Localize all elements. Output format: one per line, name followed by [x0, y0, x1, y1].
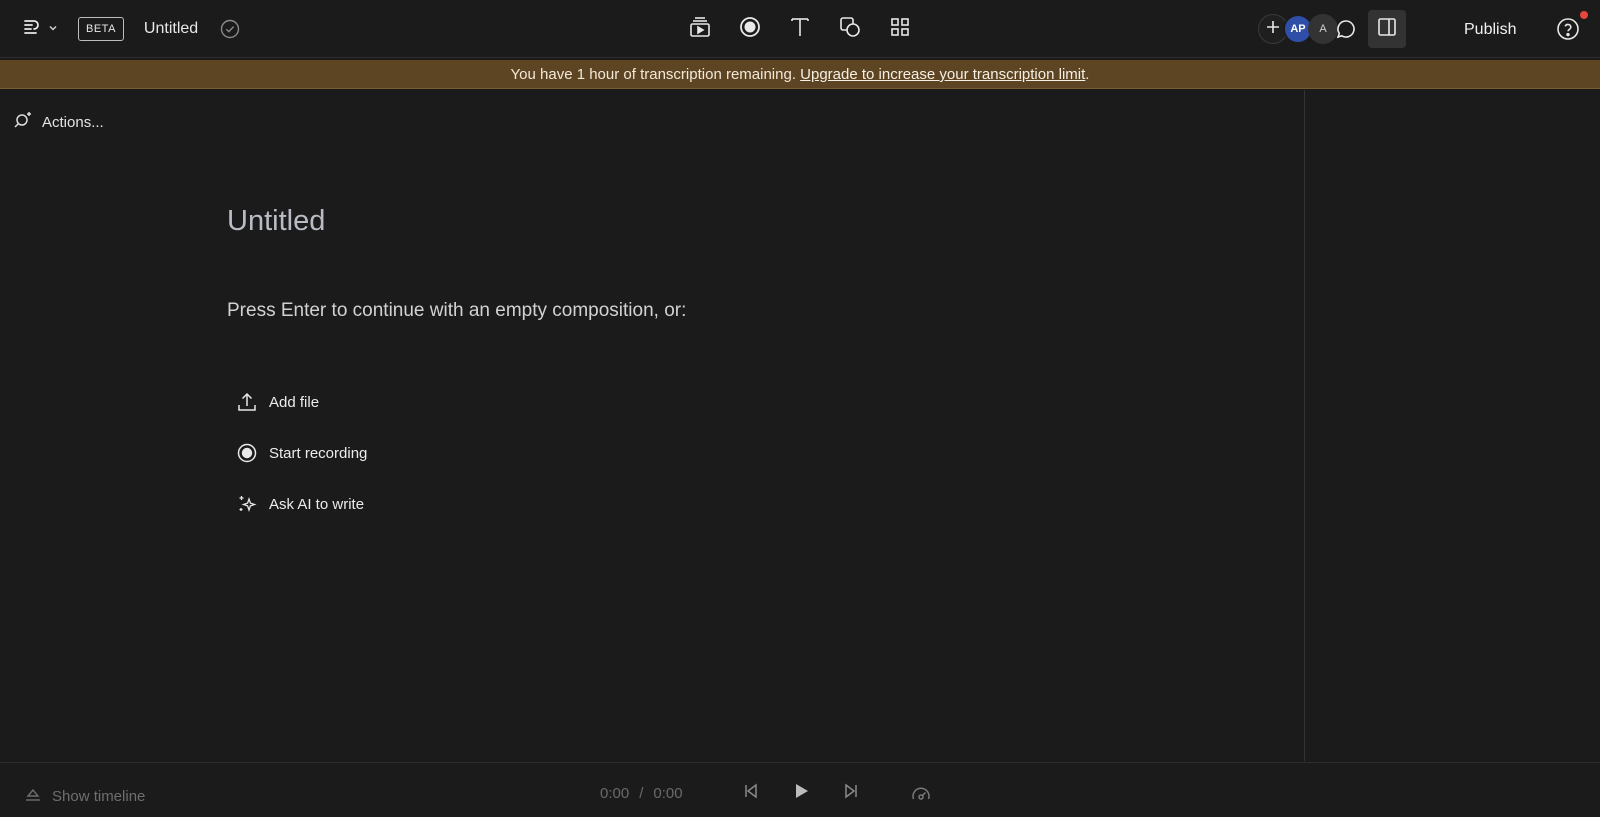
beta-badge: BETA	[78, 17, 124, 41]
publish-button[interactable]: Publish	[1464, 21, 1516, 39]
play-button[interactable]	[790, 782, 812, 804]
actions-button[interactable]: Actions...	[13, 110, 104, 134]
timeline-icon	[24, 785, 42, 807]
shapes-tool-button[interactable]	[838, 15, 862, 43]
main-menu-button[interactable]	[22, 17, 58, 42]
text-icon	[789, 16, 811, 43]
chat-bubble-icon	[1335, 20, 1357, 44]
option-label: Ask AI to write	[269, 495, 365, 513]
speedometer-icon	[910, 787, 932, 809]
right-panel	[1304, 90, 1600, 761]
actions-label: Actions...	[42, 113, 104, 131]
start-recording-button[interactable]: Start recording	[237, 441, 367, 465]
document-title[interactable]: Untitled	[144, 20, 198, 38]
ask-ai-button[interactable]: Ask AI to write	[237, 492, 367, 516]
skip-forward-button[interactable]	[840, 782, 862, 804]
time-separator: /	[639, 785, 644, 802]
upload-icon	[237, 392, 257, 412]
avatar[interactable]: A	[1308, 14, 1338, 44]
playback-speed-button[interactable]	[910, 783, 932, 810]
tool-bar	[688, 15, 912, 43]
saved-check-icon	[220, 19, 240, 39]
document-menu-icon	[22, 17, 42, 42]
top-bar: BETA Untitled AP A Publish	[0, 0, 1600, 58]
total-time: 0:00	[653, 785, 683, 802]
upgrade-link[interactable]: Upgrade to increase your transcription l…	[800, 66, 1085, 83]
skip-back-button[interactable]	[740, 782, 762, 804]
start-options: Add file Start recording Ask AI to write	[237, 390, 367, 543]
actions-icon	[13, 110, 33, 134]
text-tool-button[interactable]	[788, 15, 812, 43]
record-icon	[237, 443, 257, 463]
transcription-banner: You have 1 hour of transcription remaini…	[0, 60, 1600, 89]
sparkle-icon	[237, 494, 257, 514]
skip-forward-icon	[843, 783, 859, 804]
sidebar-panel-icon	[1377, 17, 1397, 42]
banner-text: You have 1 hour of transcription remaini…	[510, 66, 801, 83]
grid-tool-button[interactable]	[888, 15, 912, 43]
help-button[interactable]	[1556, 17, 1580, 46]
transport-controls	[740, 782, 862, 804]
skip-back-icon	[743, 783, 759, 804]
option-label: Add file	[269, 393, 320, 411]
help-icon	[1556, 18, 1580, 45]
current-time: 0:00	[600, 785, 630, 802]
playback-time: 0:00 / 0:00	[600, 785, 683, 802]
scene-icon	[689, 16, 711, 43]
plus-icon	[1265, 19, 1281, 40]
editor-area: Actions... Untitled Press Enter to conti…	[0, 90, 1304, 761]
notification-dot	[1580, 11, 1588, 19]
bottom-bar: Show timeline 0:00 / 0:00	[0, 762, 1600, 817]
option-label: Start recording	[269, 444, 368, 462]
top-bar-left: BETA Untitled	[22, 14, 240, 44]
record-tool-button[interactable]	[738, 15, 762, 43]
empty-composition-hint: Press Enter to continue with an empty co…	[227, 300, 687, 321]
add-file-button[interactable]: Add file	[237, 390, 367, 414]
banner-suffix: .	[1085, 66, 1090, 83]
show-timeline-button[interactable]: Show timeline	[24, 785, 145, 807]
shapes-icon	[839, 16, 861, 43]
record-icon	[739, 16, 761, 43]
composition-title[interactable]: Untitled	[227, 205, 325, 238]
comments-button[interactable]	[1335, 18, 1357, 45]
grid-icon	[890, 17, 910, 42]
play-icon	[792, 782, 810, 805]
chevron-down-icon	[48, 20, 58, 38]
show-timeline-label: Show timeline	[52, 787, 146, 805]
scene-tool-button[interactable]	[688, 15, 712, 43]
toggle-panel-button[interactable]	[1368, 10, 1406, 48]
